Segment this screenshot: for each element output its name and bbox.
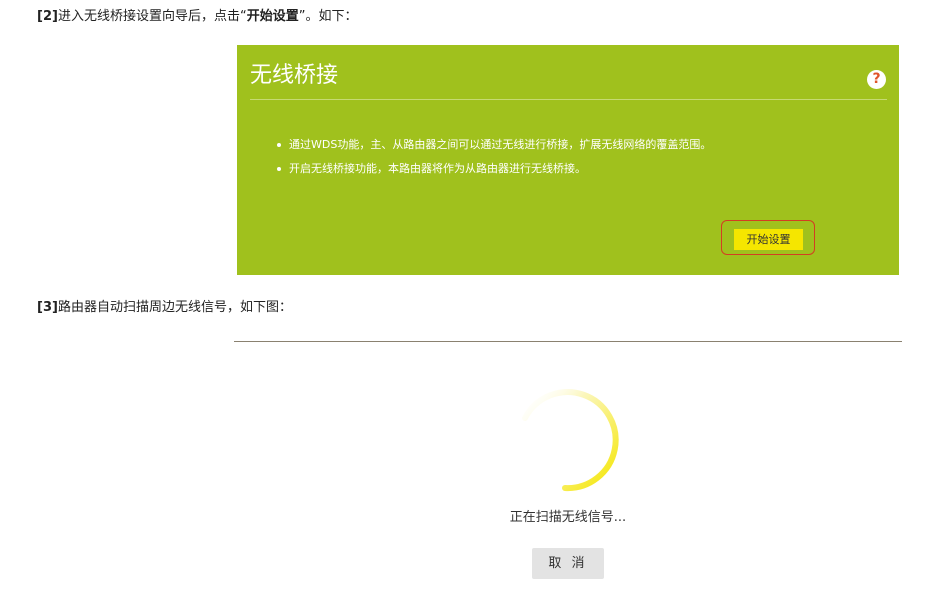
- instruction-suffix: ”。如下：: [298, 9, 358, 24]
- instruction-step-2: [2]进入无线桥接设置向导后，点击“开始设置”。如下：: [37, 8, 357, 26]
- section-divider: [234, 341, 902, 342]
- step-number: [3]: [37, 300, 58, 315]
- bullet-icon: [277, 167, 281, 171]
- instruction-text: 进入无线桥接设置向导后，点击“: [57, 9, 247, 24]
- wireless-bridge-panel: 无线桥接 ? 通过WDS功能，主、从路由器之间可以通过无线进行桥接，扩展无线网络…: [237, 45, 899, 275]
- loading-spinner-icon: [522, 389, 619, 492]
- bullet-icon: [277, 143, 281, 147]
- instruction-text: 路由器自动扫描周边无线信号，如下图：: [57, 300, 292, 315]
- list-item: 开启无线桥接功能，本路由器将作为从路由器进行无线桥接。: [277, 157, 711, 181]
- step-number: [2]: [37, 9, 58, 24]
- cancel-button[interactable]: 取 消: [532, 548, 604, 579]
- panel-divider: [250, 99, 887, 100]
- panel-title: 无线桥接: [250, 63, 339, 88]
- list-item: 通过WDS功能，主、从路由器之间可以通过无线进行桥接，扩展无线网络的覆盖范围。: [277, 133, 711, 157]
- instruction-emphasis: 开始设置: [246, 9, 299, 24]
- help-icon[interactable]: ?: [867, 70, 886, 89]
- instruction-step-3: [3]路由器自动扫描周边无线信号，如下图：: [37, 299, 292, 317]
- scanning-status: 正在扫描无线信号...: [509, 510, 627, 525]
- start-setup-button[interactable]: 开始设置: [734, 229, 803, 250]
- description-list: 通过WDS功能，主、从路由器之间可以通过无线进行桥接，扩展无线网络的覆盖范围。 …: [277, 133, 711, 181]
